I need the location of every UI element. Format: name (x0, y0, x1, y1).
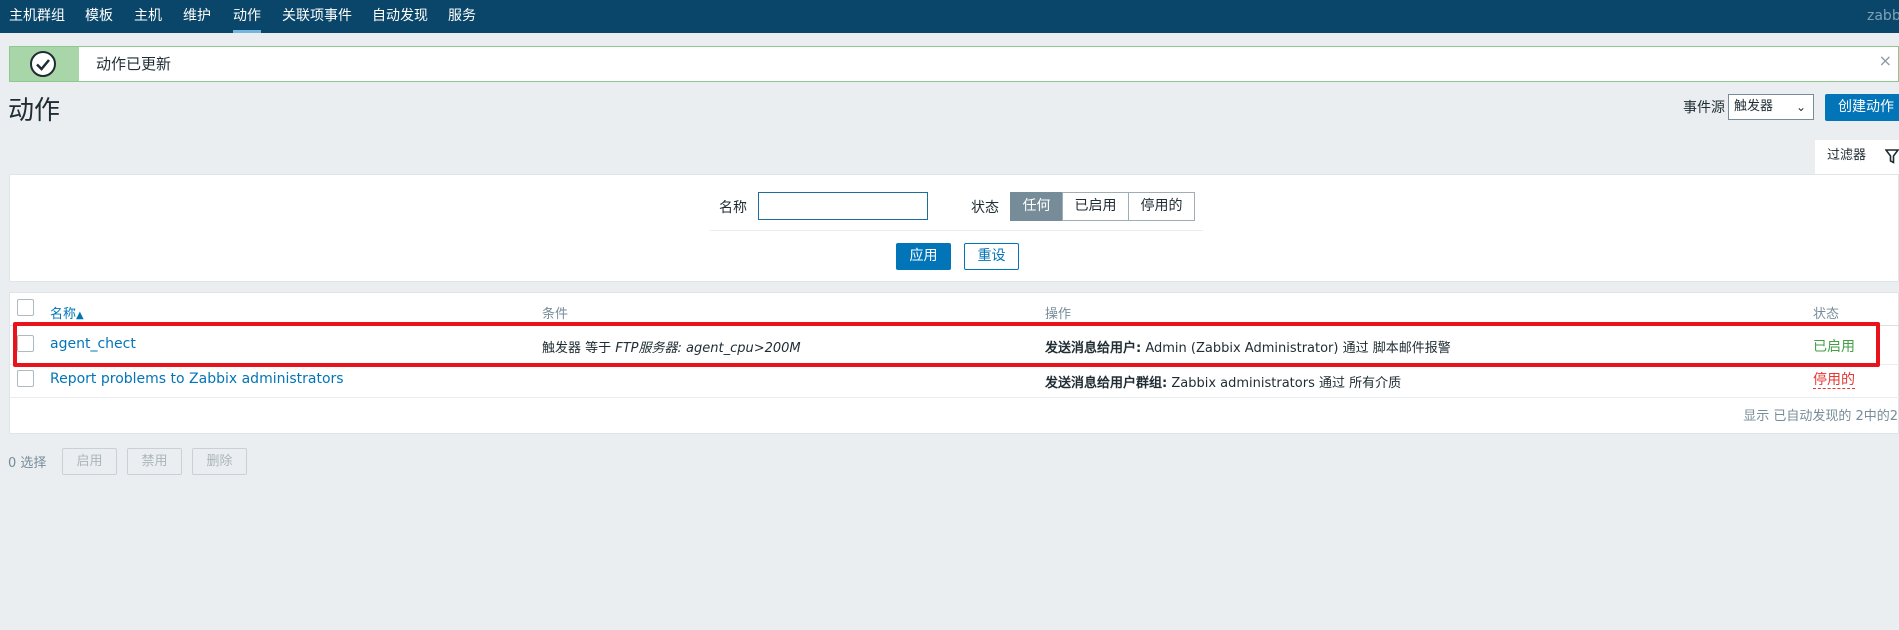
filter-divider (710, 230, 1203, 231)
top-navigation: 主机群组 模板 主机 维护 动作 关联项事件 自动发现 服务 zabbix (0, 0, 1899, 33)
event-source-value: 触发器 (1734, 99, 1774, 114)
status-option-any[interactable]: 任何 (1010, 192, 1063, 221)
success-message-text: 动作已更新 (96, 55, 172, 73)
filter-icon (1885, 149, 1899, 164)
column-header-conditions: 条件 (542, 307, 569, 322)
nav-item-discovery[interactable]: 自动发现 (372, 0, 428, 33)
column-header-operations: 操作 (1045, 307, 1072, 322)
filter-name-input[interactable] (758, 192, 928, 220)
nav-item-host-groups[interactable]: 主机群组 (9, 0, 65, 33)
pagination-info: 显示 已自动发现的 2中的2 (1743, 409, 1898, 424)
status-option-enabled[interactable]: 已启用 (1062, 192, 1129, 221)
action-name-link[interactable]: agent_chect (50, 336, 136, 352)
row-checkbox[interactable] (17, 335, 34, 352)
nav-item-correlation[interactable]: 关联项事件 (282, 0, 352, 33)
event-source-label: 事件源 (1683, 100, 1725, 116)
success-message: 动作已更新 × (9, 46, 1899, 82)
close-icon[interactable]: × (1879, 51, 1892, 70)
header-divider (10, 325, 1899, 326)
row-checkbox[interactable] (17, 370, 34, 387)
nav-item-maintenance[interactable]: 维护 (183, 0, 211, 33)
action-operation: 发送消息给用户: Admin (Zabbix Administrator) 通过… (1045, 341, 1451, 356)
action-operation: 发送消息给用户群组: Zabbix administrators 通过 所有介质 (1045, 376, 1402, 391)
filter-tab-label: 过滤器 (1827, 148, 1867, 163)
create-action-button[interactable]: 创建动作 (1825, 94, 1899, 121)
filter-name-label: 名称 (719, 200, 747, 216)
mass-enable-button[interactable]: 启用 (62, 448, 117, 475)
status-disabled-link[interactable]: 停用的 (1813, 372, 1855, 389)
row-divider (10, 397, 1899, 398)
selected-count: 0 选择 (8, 456, 47, 471)
row-divider (10, 364, 1899, 365)
event-source-select[interactable]: 触发器 ⌄ (1728, 94, 1814, 120)
brand-logo: zabbix (1867, 8, 1899, 24)
filter-status-label: 状态 (971, 200, 999, 216)
checkmark-icon (30, 51, 56, 77)
action-name-link[interactable]: Report problems to Zabbix administrators (50, 371, 344, 387)
sort-asc-icon: ▲ (76, 310, 84, 321)
filter-tab[interactable]: 过滤器 (1815, 140, 1899, 174)
mass-delete-button[interactable]: 删除 (192, 448, 247, 475)
nav-item-services[interactable]: 服务 (448, 0, 476, 33)
select-all-checkbox[interactable] (17, 299, 34, 316)
reset-button[interactable]: 重设 (964, 243, 1019, 270)
status-option-disabled[interactable]: 停用的 (1128, 192, 1195, 221)
status-enabled-link[interactable]: 已启用 (1813, 336, 1855, 356)
actions-table: 名称▲ 条件 操作 状态 agent_chect 触发器 等于 FTP服务器: … (9, 292, 1899, 434)
nav-item-hosts[interactable]: 主机 (134, 0, 162, 33)
action-condition: 触发器 等于 FTP服务器: agent_cpu>200M (542, 341, 801, 356)
nav-item-actions[interactable]: 动作 (233, 0, 261, 33)
nav-item-templates[interactable]: 模板 (85, 0, 113, 33)
filter-panel: 名称 状态 任何 已启用 停用的 应用 重设 (9, 174, 1899, 282)
column-header-name[interactable]: 名称▲ (50, 303, 84, 322)
success-icon-box (10, 47, 79, 81)
column-header-status: 状态 (1813, 307, 1840, 322)
page-title: 动作 (8, 96, 61, 126)
mass-disable-button[interactable]: 禁用 (127, 448, 182, 475)
chevron-down-icon: ⌄ (1795, 100, 1806, 114)
apply-button[interactable]: 应用 (896, 243, 951, 270)
